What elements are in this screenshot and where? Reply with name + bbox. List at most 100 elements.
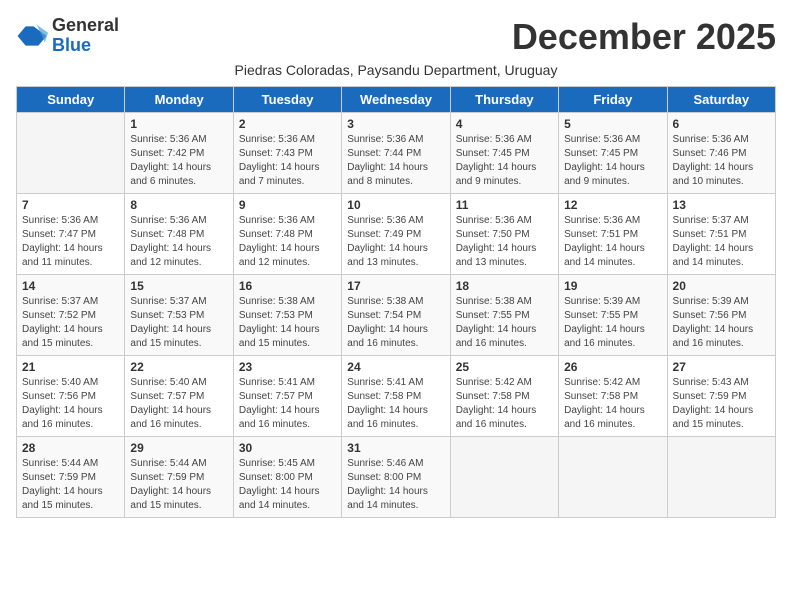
calendar-cell: 29 Sunrise: 5:44 AMSunset: 7:59 PMDayligh…	[125, 437, 233, 518]
day-number: 14	[22, 279, 119, 293]
day-number: 7	[22, 198, 119, 212]
day-number: 12	[564, 198, 661, 212]
cell-content: Sunrise: 5:36 AMSunset: 7:42 PMDaylight:…	[130, 133, 227, 189]
cell-content: Sunrise: 5:38 AMSunset: 7:55 PMDaylight:…	[456, 295, 553, 351]
day-number: 31	[347, 441, 444, 455]
cell-content: Sunrise: 5:41 AMSunset: 7:58 PMDaylight:…	[347, 376, 444, 432]
calendar-cell: 6 Sunrise: 5:36 AMSunset: 7:46 PMDaylight…	[667, 113, 775, 194]
cell-content: Sunrise: 5:42 AMSunset: 7:58 PMDaylight:…	[456, 376, 553, 432]
week-row-2: 7 Sunrise: 5:36 AMSunset: 7:47 PMDaylight…	[17, 194, 776, 275]
cell-content: Sunrise: 5:38 AMSunset: 7:54 PMDaylight:…	[347, 295, 444, 351]
day-number: 22	[130, 360, 227, 374]
day-header-tuesday: Tuesday	[233, 87, 341, 113]
calendar-cell: 1 Sunrise: 5:36 AMSunset: 7:42 PMDaylight…	[125, 113, 233, 194]
day-number: 27	[673, 360, 770, 374]
day-number: 1	[130, 117, 227, 131]
cell-content: Sunrise: 5:40 AMSunset: 7:56 PMDaylight:…	[22, 376, 119, 432]
calendar-cell: 22 Sunrise: 5:40 AMSunset: 7:57 PMDayligh…	[125, 356, 233, 437]
subtitle: Piedras Coloradas, Paysandu Department, …	[16, 62, 776, 78]
day-header-thursday: Thursday	[450, 87, 558, 113]
logo-text: General Blue	[52, 16, 119, 56]
calendar-cell: 8Sunrise: 5:36 AMSunset: 7:48 PMDaylight…	[125, 194, 233, 275]
calendar-cell: 24 Sunrise: 5:41 AMSunset: 7:58 PMDayligh…	[342, 356, 450, 437]
calendar-cell	[450, 437, 558, 518]
cell-content: Sunrise: 5:39 AMSunset: 7:55 PMDaylight:…	[564, 295, 661, 351]
day-number: 18	[456, 279, 553, 293]
day-header-saturday: Saturday	[667, 87, 775, 113]
calendar-cell: 19 Sunrise: 5:39 AMSunset: 7:55 PMDayligh…	[559, 275, 667, 356]
day-number: 8	[130, 198, 227, 212]
calendar-cell: 23 Sunrise: 5:41 AMSunset: 7:57 PMDayligh…	[233, 356, 341, 437]
calendar-cell: 10 Sunrise: 5:36 AMSunset: 7:49 PMDayligh…	[342, 194, 450, 275]
month-title: December 2025	[512, 16, 776, 58]
header-area: General Blue December 2025	[16, 16, 776, 58]
day-number: 3	[347, 117, 444, 131]
calendar-cell: 20Sunrise: 5:39 AMSunset: 7:56 PMDayligh…	[667, 275, 775, 356]
cell-content: Sunrise: 5:36 AMSunset: 7:45 PMDaylight:…	[456, 133, 553, 189]
calendar-cell	[667, 437, 775, 518]
calendar-cell: 21 Sunrise: 5:40 AMSunset: 7:56 PMDayligh…	[17, 356, 125, 437]
cell-content: Sunrise: 5:42 AMSunset: 7:58 PMDaylight:…	[564, 376, 661, 432]
day-number: 21	[22, 360, 119, 374]
logo-blue: Blue	[52, 36, 119, 56]
day-number: 16	[239, 279, 336, 293]
calendar-cell: 27Sunrise: 5:43 AMSunset: 7:59 PMDayligh…	[667, 356, 775, 437]
calendar-cell: 2Sunrise: 5:36 AMSunset: 7:43 PMDaylight…	[233, 113, 341, 194]
calendar-cell: 5 Sunrise: 5:36 AMSunset: 7:45 PMDaylight…	[559, 113, 667, 194]
day-number: 5	[564, 117, 661, 131]
calendar-cell: 9 Sunrise: 5:36 AMSunset: 7:48 PMDaylight…	[233, 194, 341, 275]
day-number: 13	[673, 198, 770, 212]
logo: General Blue	[16, 16, 119, 56]
day-number: 24	[347, 360, 444, 374]
cell-content: Sunrise: 5:39 AMSunset: 7:56 PMDaylight:…	[673, 295, 770, 351]
cell-content: Sunrise: 5:45 AMSunset: 8:00 PMDaylight:…	[239, 457, 336, 513]
day-number: 10	[347, 198, 444, 212]
cell-content: Sunrise: 5:36 AMSunset: 7:50 PMDaylight:…	[456, 214, 553, 270]
calendar-cell: 28 Sunrise: 5:44 AMSunset: 7:59 PMDayligh…	[17, 437, 125, 518]
day-number: 28	[22, 441, 119, 455]
cell-content: Sunrise: 5:36 AMSunset: 7:47 PMDaylight:…	[22, 214, 119, 270]
day-header-wednesday: Wednesday	[342, 87, 450, 113]
day-number: 9	[239, 198, 336, 212]
cell-content: Sunrise: 5:37 AMSunset: 7:51 PMDaylight:…	[673, 214, 770, 270]
calendar-cell: 14 Sunrise: 5:37 AMSunset: 7:52 PMDayligh…	[17, 275, 125, 356]
header-row: SundayMondayTuesdayWednesdayThursdayFrid…	[17, 87, 776, 113]
day-number: 23	[239, 360, 336, 374]
calendar-cell: 7 Sunrise: 5:36 AMSunset: 7:47 PMDaylight…	[17, 194, 125, 275]
calendar-cell	[559, 437, 667, 518]
day-number: 25	[456, 360, 553, 374]
day-number: 11	[456, 198, 553, 212]
day-number: 29	[130, 441, 227, 455]
week-row-4: 21 Sunrise: 5:40 AMSunset: 7:56 PMDayligh…	[17, 356, 776, 437]
cell-content: Sunrise: 5:41 AMSunset: 7:57 PMDaylight:…	[239, 376, 336, 432]
cell-content: Sunrise: 5:36 AMSunset: 7:44 PMDaylight:…	[347, 133, 444, 189]
day-number: 19	[564, 279, 661, 293]
calendar-cell: 18 Sunrise: 5:38 AMSunset: 7:55 PMDayligh…	[450, 275, 558, 356]
calendar-cell: 30 Sunrise: 5:45 AMSunset: 8:00 PMDayligh…	[233, 437, 341, 518]
day-number: 4	[456, 117, 553, 131]
cell-content: Sunrise: 5:40 AMSunset: 7:57 PMDaylight:…	[130, 376, 227, 432]
week-row-3: 14 Sunrise: 5:37 AMSunset: 7:52 PMDayligh…	[17, 275, 776, 356]
cell-content: Sunrise: 5:36 AMSunset: 7:45 PMDaylight:…	[564, 133, 661, 189]
calendar-cell: 11 Sunrise: 5:36 AMSunset: 7:50 PMDayligh…	[450, 194, 558, 275]
calendar-table: SundayMondayTuesdayWednesdayThursdayFrid…	[16, 86, 776, 518]
cell-content: Sunrise: 5:36 AMSunset: 7:51 PMDaylight:…	[564, 214, 661, 270]
week-row-1: 1 Sunrise: 5:36 AMSunset: 7:42 PMDaylight…	[17, 113, 776, 194]
cell-content: Sunrise: 5:36 AMSunset: 7:49 PMDaylight:…	[347, 214, 444, 270]
cell-content: Sunrise: 5:37 AMSunset: 7:52 PMDaylight:…	[22, 295, 119, 351]
day-number: 30	[239, 441, 336, 455]
calendar-cell: 4 Sunrise: 5:36 AMSunset: 7:45 PMDaylight…	[450, 113, 558, 194]
day-number: 6	[673, 117, 770, 131]
calendar-cell: 13 Sunrise: 5:37 AMSunset: 7:51 PMDayligh…	[667, 194, 775, 275]
calendar-cell	[17, 113, 125, 194]
cell-content: Sunrise: 5:36 AMSunset: 7:48 PMDaylight:…	[239, 214, 336, 270]
day-header-monday: Monday	[125, 87, 233, 113]
cell-content: Sunrise: 5:44 AMSunset: 7:59 PMDaylight:…	[22, 457, 119, 513]
cell-content: Sunrise: 5:44 AMSunset: 7:59 PMDaylight:…	[130, 457, 227, 513]
cell-content: Sunrise: 5:36 AMSunset: 7:46 PMDaylight:…	[673, 133, 770, 189]
cell-content: Sunrise: 5:36 AMSunset: 7:43 PMDaylight:…	[239, 133, 336, 189]
calendar-cell: 31Sunrise: 5:46 AMSunset: 8:00 PMDayligh…	[342, 437, 450, 518]
calendar-cell: 25 Sunrise: 5:42 AMSunset: 7:58 PMDayligh…	[450, 356, 558, 437]
day-number: 26	[564, 360, 661, 374]
cell-content: Sunrise: 5:38 AMSunset: 7:53 PMDaylight:…	[239, 295, 336, 351]
